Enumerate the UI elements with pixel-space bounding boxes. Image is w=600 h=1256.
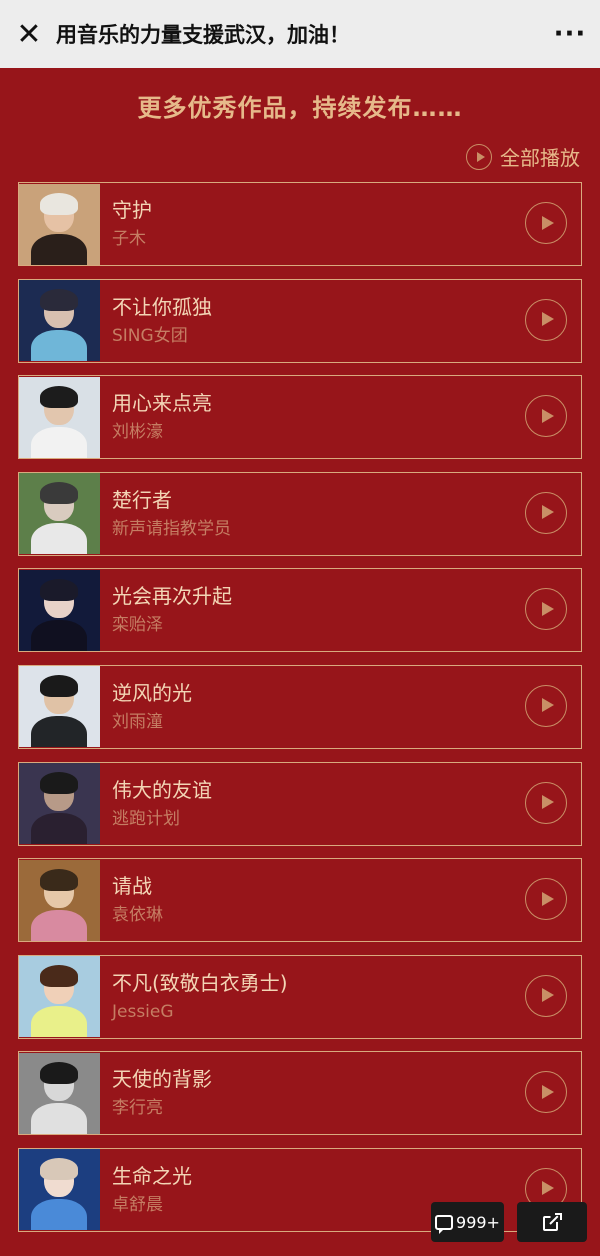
song-info: 光会再次升起 栾贻泽 (112, 582, 581, 638)
song-artist: 逃跑计划 (112, 808, 180, 829)
song-cover-image (19, 956, 100, 1038)
song-info: 楚行者新声请指教学员 (112, 486, 581, 542)
song-item[interactable]: 用心来点亮 刘彬濠 (18, 375, 582, 460)
song-item[interactable]: 不让你孤独 SING女团 (18, 278, 582, 363)
share-button[interactable] (517, 1202, 587, 1242)
play-circle-icon (466, 143, 492, 170)
song-title: 守护 (112, 198, 152, 222)
play-icon[interactable] (525, 491, 567, 534)
song-artist: 新声请指教学员 (112, 518, 231, 539)
song-cover-image (19, 280, 100, 362)
top-navigation-bar: ✕ 用音乐的力量支援武汉，加油！ ··· (0, 0, 600, 68)
song-info: 请战 袁依琳 (112, 872, 581, 928)
song-title: 请战 (112, 874, 152, 899)
song-item[interactable]: 光会再次升起 栾贻泽 (18, 568, 582, 653)
song-item[interactable]: 楚行者新声请指教学员 (18, 471, 582, 556)
song-item[interactable]: 伟大的友谊 逃跑计划 (18, 761, 582, 846)
song-cover-image (19, 666, 100, 748)
song-title: 逆风的光 (112, 680, 192, 705)
song-info: 伟大的友谊 逃跑计划 (112, 776, 581, 832)
song-title: 用心来点亮 (112, 391, 212, 416)
song-info: 守护 子木 (112, 196, 581, 252)
play-icon[interactable] (525, 395, 567, 438)
song-info: 逆风的光 刘雨潼 (112, 679, 581, 735)
page-title: 用音乐的力量支援武汉，加油！ (56, 23, 350, 47)
close-icon[interactable]: ✕ (0, 0, 56, 68)
play-icon[interactable] (525, 202, 567, 244)
song-artist: 子木 (112, 229, 146, 249)
song-artist: SING女团 (112, 325, 188, 346)
song-item[interactable]: 天使的背影 李行亮 (18, 1051, 582, 1136)
song-artist: 卓舒晨 (112, 1194, 163, 1215)
song-artist: 袁依琳 (112, 905, 163, 926)
comment-button[interactable]: 999+ (431, 1202, 504, 1242)
song-artist: 李行亮 (112, 1098, 163, 1119)
song-title: 天使的背影 (112, 1067, 212, 1092)
song-title: 伟大的友谊 (112, 777, 212, 802)
comment-count: 999+ (456, 1212, 500, 1232)
play-icon[interactable] (525, 684, 567, 727)
song-item[interactable]: 守护 子木 (18, 182, 582, 266)
song-cover-image (19, 376, 100, 458)
song-info: 不凡(致敬白衣勇士) JessieG (112, 969, 581, 1025)
song-info: 天使的背影 李行亮 (112, 1065, 581, 1121)
song-artist: 栾贻泽 (112, 615, 163, 636)
more-icon[interactable]: ··· (540, 0, 600, 68)
song-info: 用心来点亮 刘彬濠 (112, 389, 581, 445)
play-icon[interactable] (525, 974, 567, 1017)
song-cover-image (19, 183, 100, 265)
song-info: 生命之光 卓舒晨 (112, 1162, 581, 1218)
play-icon[interactable] (525, 298, 567, 341)
song-info: 不让你孤独 SING女团 (112, 293, 581, 349)
song-cover-image (19, 1052, 100, 1134)
song-item[interactable]: 请战 袁依琳 (18, 858, 582, 943)
song-cover-image (19, 1149, 100, 1231)
song-cover-image (19, 763, 100, 845)
song-item[interactable]: 不凡(致敬白衣勇士) JessieG (18, 954, 582, 1039)
song-list: 守护子木不让你孤独 SING女团用心来点亮刘彬濠楚行者新声请指教学员光会再次升起栾… (18, 182, 582, 1245)
share-icon (543, 1213, 562, 1231)
play-icon[interactable] (525, 878, 567, 921)
song-artist: 刘雨潼 (112, 711, 163, 732)
song-artist: 刘彬濠 (112, 422, 163, 443)
song-item[interactable]: 逆风的光 刘雨潼 (18, 664, 582, 749)
page-content: 更多优秀作品，持续发布…… 全部播放 守护子木不让你孤独 SING女团用心来点亮刘… (0, 68, 600, 1256)
play-all-label: 全部播放 (500, 146, 580, 170)
comment-bubble-icon (435, 1214, 454, 1234)
song-artist: JessieG (112, 1001, 174, 1022)
song-title: 楚行者 (112, 487, 172, 512)
song-cover-image (19, 859, 100, 941)
section-heading: 更多优秀作品，持续发布…… (137, 94, 463, 122)
song-title: 不让你孤独 (112, 294, 212, 319)
song-title: 不凡(致敬白衣勇士) (112, 970, 288, 995)
song-cover-image (19, 473, 100, 555)
song-cover-image (19, 569, 100, 651)
play-icon[interactable] (525, 781, 567, 824)
song-title: 光会再次升起 (112, 584, 232, 609)
song-title: 生命之光 (112, 1163, 192, 1188)
play-all-button[interactable]: 全部播放 (466, 142, 580, 171)
